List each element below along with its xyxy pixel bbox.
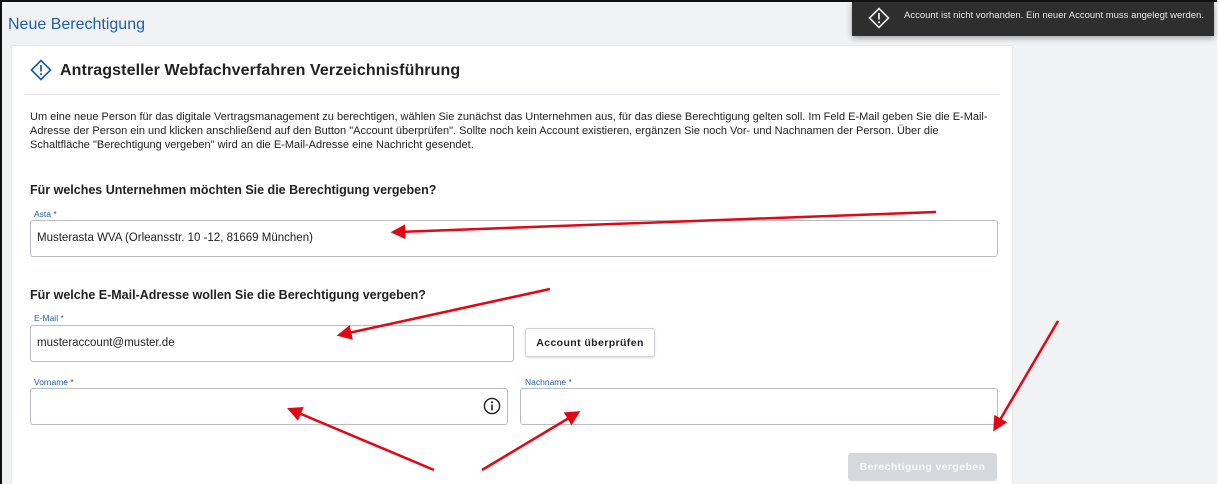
email-section-heading: Für welche E-Mail-Adresse wollen Sie die…	[30, 288, 426, 302]
check-account-button[interactable]: Account überprüfen	[525, 328, 655, 357]
form-card: Antragsteller Webfachverfahren Verzeichn…	[12, 46, 1012, 484]
asta-label: Asta *	[34, 209, 57, 219]
info-icon[interactable]	[483, 397, 501, 415]
grant-permission-button[interactable]: Berechtigung vergeben	[848, 453, 997, 481]
diamond-info-icon	[868, 7, 890, 29]
toast-message: Account ist nicht vorhanden. Ein neuer A…	[904, 10, 1204, 21]
page-title: Neue Berechtigung	[8, 16, 145, 33]
asta-value: Musterasta WVA (Orleansstr. 10 -12, 8166…	[37, 232, 313, 244]
diamond-info-icon	[30, 59, 52, 81]
email-label: E-Mail *	[34, 313, 64, 323]
lastname-field[interactable]	[520, 388, 998, 425]
lastname-label: Nachname *	[525, 377, 572, 387]
asta-select[interactable]: Musterasta WVA (Orleansstr. 10 -12, 8166…	[30, 220, 998, 257]
notification-toast: Account ist nicht vorhanden. Ein neuer A…	[852, 2, 1214, 36]
firstname-label: Vorname *	[34, 377, 74, 387]
email-field[interactable]: musteraccount@muster.de	[30, 325, 514, 362]
divider	[24, 94, 1000, 95]
intro-text: Um eine neue Person für das digitale Ver…	[30, 111, 988, 151]
card-title: Antragsteller Webfachverfahren Verzeichn…	[60, 62, 461, 79]
company-section-heading: Für welches Unternehmen möchten Sie die …	[30, 183, 437, 197]
email-value: musteraccount@muster.de	[37, 337, 175, 349]
firstname-field[interactable]	[30, 388, 508, 425]
